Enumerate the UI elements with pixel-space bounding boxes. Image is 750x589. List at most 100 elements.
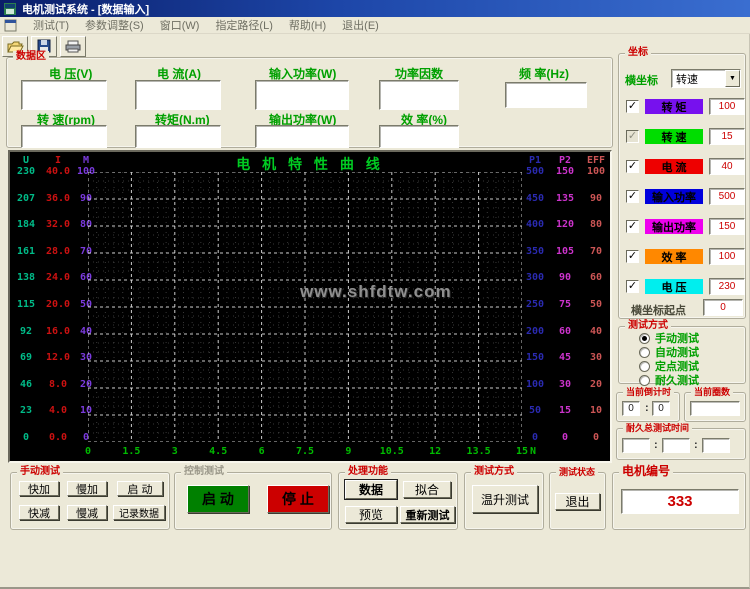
record-data-button[interactable]: 记录数据 — [113, 505, 165, 520]
temperature-rise-test-button[interactable]: 温升测试 — [472, 485, 538, 513]
stop-button[interactable]: 停 止 — [267, 485, 329, 513]
coords-group: 坐标 横坐标 转速 ▼ 转 矩 100 转 速 15 电 流 40 输入功率 5… — [618, 53, 746, 319]
data-button[interactable]: 数据 — [345, 480, 397, 499]
print-button[interactable] — [60, 36, 86, 57]
countdown-minutes-input[interactable]: 0 — [652, 401, 670, 416]
test-mode-group: 测试方式 手动测试 自动测试 定点测试 耐久测试 — [618, 326, 746, 384]
current-chip: 电 流 — [645, 159, 703, 174]
current-checkbox[interactable] — [626, 160, 639, 173]
input-power-input[interactable] — [255, 80, 349, 110]
menu-exit[interactable]: 退出(E) — [342, 17, 379, 33]
x-start-input[interactable]: 0 — [703, 299, 743, 316]
voltage-input[interactable] — [21, 80, 107, 110]
radio-manual-test[interactable]: 手动测试 — [639, 331, 699, 345]
axis-tick: 90 — [582, 194, 610, 204]
radio-auto-test[interactable]: 自动测试 — [639, 345, 699, 359]
axis-tick: 400 — [520, 220, 550, 230]
menu-path[interactable]: 指定路径(L) — [215, 17, 272, 33]
speed-max-input[interactable]: 15 — [709, 128, 745, 145]
x-start-label: 横坐标起点 — [631, 302, 686, 318]
slow-increase-button[interactable]: 慢加 — [67, 481, 107, 496]
current-max-input[interactable]: 40 — [709, 158, 745, 175]
coord-row-speed: 转 速 15 — [619, 128, 745, 145]
radio-icon — [639, 347, 650, 358]
x-axis-tick: 13.5 — [467, 446, 491, 458]
voltage-checkbox[interactable] — [626, 280, 639, 293]
motor-id-input[interactable]: 333 — [621, 489, 739, 514]
output-power-max-input[interactable]: 150 — [709, 218, 745, 235]
axis-tick: 200 — [520, 327, 550, 337]
chevron-down-icon[interactable]: ▼ — [725, 70, 740, 87]
radio-endurance-test[interactable]: 耐久测试 — [639, 373, 699, 387]
frequency-input[interactable] — [505, 82, 587, 108]
axis-tick: 150 — [520, 353, 550, 363]
input-power-max-input[interactable]: 500 — [709, 188, 745, 205]
x-axis-select[interactable]: 转速 ▼ — [671, 69, 741, 88]
axis-tick: 60 — [582, 273, 610, 283]
test-status-group: 测试状态 退出 — [549, 472, 606, 530]
axis-tick: 207 — [12, 194, 40, 204]
axis-input-power: P1500450400350300250200150100500 — [520, 154, 550, 443]
coord-row-output-power: 输出功率 150 — [619, 218, 745, 235]
fast-decrease-button[interactable]: 快减 — [19, 505, 59, 520]
plot-area — [88, 172, 522, 442]
axis-tick: 120 — [552, 220, 578, 230]
menu-param-adjust[interactable]: 参数调整(S) — [85, 17, 144, 33]
radio-fixed-point-test[interactable]: 定点测试 — [639, 359, 699, 373]
efficiency-input[interactable] — [379, 125, 459, 148]
x-axis-selected-value: 转速 — [672, 71, 725, 87]
axis-tick: 90 — [552, 273, 578, 283]
menu-bar: 测试(T) 参数调整(S) 窗口(W) 指定路径(L) 帮助(H) 退出(E) — [0, 17, 750, 34]
countdown-hours-input[interactable]: 0 — [622, 401, 640, 416]
power-factor-input[interactable] — [379, 80, 459, 110]
preview-button[interactable]: 预览 — [345, 506, 397, 523]
coord-row-current: 电 流 40 — [619, 158, 745, 175]
axis-tick: 20 — [582, 380, 610, 390]
output-power-checkbox[interactable] — [626, 220, 639, 233]
efficiency-chip: 效 率 — [645, 249, 703, 264]
axis-tick: 60 — [552, 327, 578, 337]
current-input[interactable] — [135, 80, 221, 110]
manual-test-group: 手动测试 快加 慢加 启 动 快减 慢减 记录数据 — [10, 472, 170, 530]
torque-checkbox[interactable] — [626, 100, 639, 113]
menu-window[interactable]: 窗口(W) — [160, 17, 200, 33]
slow-decrease-button[interactable]: 慢减 — [67, 505, 107, 520]
speed-input[interactable] — [21, 125, 107, 148]
x-axis-tick: 1.5 — [122, 446, 140, 458]
efficiency-checkbox[interactable] — [626, 250, 639, 263]
process-group: 处理功能 数据 拟合 预览 重新测试 — [338, 472, 458, 530]
start-button[interactable]: 启 动 — [187, 485, 249, 513]
input-power-checkbox[interactable] — [626, 190, 639, 203]
title-bar: 电机测试系统 - [数据输入] — [0, 0, 750, 17]
test-status-title: 测试状态 — [556, 466, 598, 478]
axis-tick: 250 — [520, 300, 550, 310]
coords-title: 坐标 — [625, 47, 651, 59]
fit-button[interactable]: 拟合 — [403, 481, 451, 498]
endurance-minutes-input[interactable] — [662, 438, 690, 453]
axis-tick: 8.0 — [42, 380, 74, 390]
voltage-max-input[interactable]: 230 — [709, 278, 745, 295]
axis-tick: 36.0 — [42, 194, 74, 204]
axis-tick: 15 — [552, 406, 578, 416]
manual-start-button[interactable]: 启 动 — [117, 481, 163, 496]
axis-tick: 0.0 — [42, 433, 74, 443]
menu-test[interactable]: 测试(T) — [33, 17, 69, 33]
endurance-time-title: 耐久总测试时间 — [623, 422, 692, 434]
efficiency-max-input[interactable]: 100 — [709, 248, 745, 265]
endurance-seconds-input[interactable] — [702, 438, 730, 453]
endurance-hours-input[interactable] — [622, 438, 650, 453]
output-power-input[interactable] — [255, 125, 349, 148]
axis-tick: 10 — [582, 406, 610, 416]
retest-button[interactable]: 重新测试 — [400, 506, 455, 523]
axis-tick: 92 — [12, 327, 40, 337]
menu-help[interactable]: 帮助(H) — [289, 17, 326, 33]
axis-tick: 100 — [520, 380, 550, 390]
fast-increase-button[interactable]: 快加 — [19, 481, 59, 496]
torque-input[interactable] — [135, 125, 221, 148]
axis-tick: 30 — [582, 353, 610, 363]
exit-button[interactable]: 退出 — [555, 493, 600, 510]
axis-tick: 0 — [582, 433, 610, 443]
speed-checkbox[interactable] — [626, 130, 639, 143]
torque-max-input[interactable]: 100 — [709, 98, 745, 115]
current-loop-input[interactable] — [690, 401, 740, 416]
